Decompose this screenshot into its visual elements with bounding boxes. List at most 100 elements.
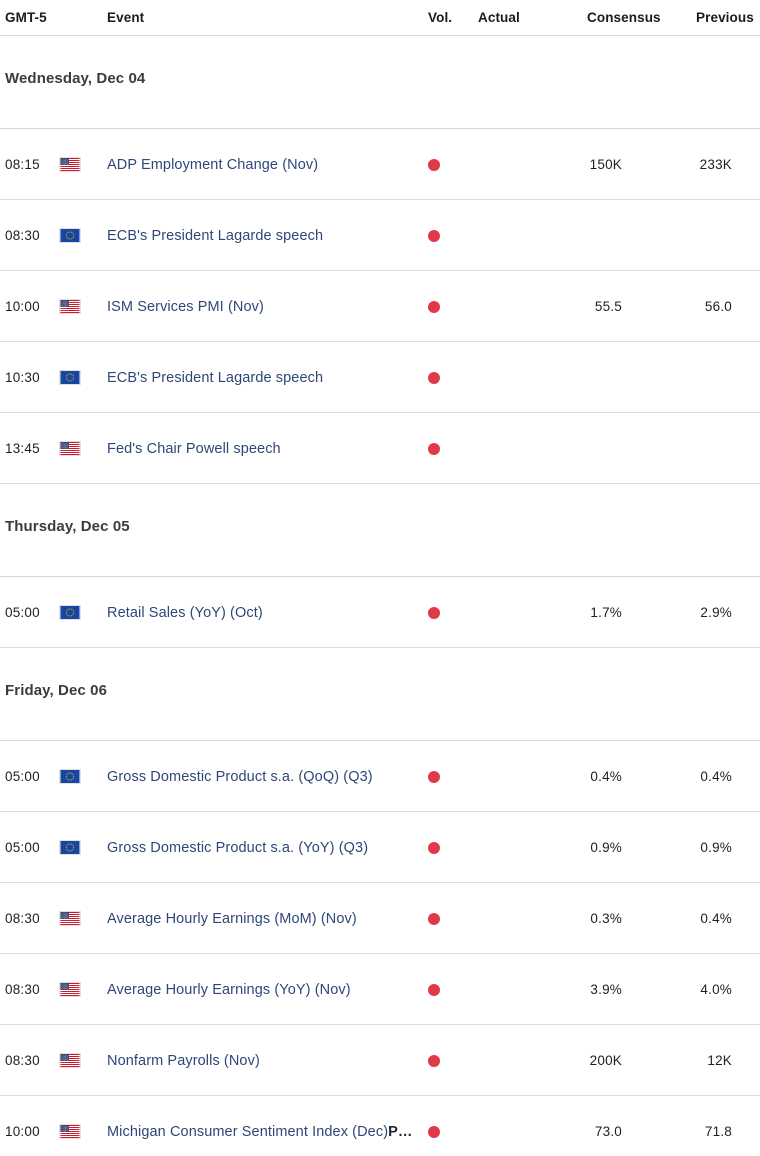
volatility-indicator[interactable] [428,812,452,883]
event-name-link[interactable]: Average Hourly Earnings (MoM) (Nov) [107,883,357,954]
red-dot-icon [428,301,440,313]
volatility-indicator[interactable] [428,1025,452,1096]
event-name-text: Gross Domestic Product s.a. (YoY) (Q3) [107,840,368,856]
event-consensus-value [540,413,622,484]
calendar-event-row[interactable]: 10:00 Michigan Consumer Sentiment Index (… [0,1096,760,1156]
event-consensus-value [540,200,622,271]
volatility-indicator[interactable] [428,577,452,648]
eu-flag-icon [59,370,81,385]
event-name-text: Nonfarm Payrolls (Nov) [107,1053,260,1069]
column-header-previous: Previous [696,10,754,25]
event-previous-value: 2.9% [650,577,732,648]
volatility-indicator[interactable] [428,1096,452,1156]
country-flag [59,954,85,1025]
event-time: 08:30 [5,200,53,271]
event-name-text: Retail Sales (YoY) (Oct) [107,605,263,621]
event-time: 08:30 [5,883,53,954]
eu-flag-icon [59,605,81,620]
volatility-indicator[interactable] [428,741,452,812]
event-name-suffix: P… [388,1124,412,1140]
volatility-indicator[interactable] [428,342,452,413]
red-dot-icon [428,1055,440,1067]
event-actual-value [478,883,538,954]
country-flag [59,413,85,484]
calendar-column-header: GMT-5 Event Vol. Actual Consensus Previo… [0,0,760,36]
event-time: 10:30 [5,342,53,413]
event-consensus-value: 3.9% [540,954,622,1025]
calendar-event-row[interactable]: 05:00Retail Sales (YoY) (Oct)1.7%2.9% [0,577,760,648]
column-header-consensus: Consensus [587,10,661,25]
event-name-link[interactable]: ECB's President Lagarde speech [107,342,323,413]
calendar-event-row[interactable]: 08:15ADP Employment Change (Nov)150K233K [0,129,760,200]
calendar-event-row[interactable]: 08:30 Average Hourly Earnings (YoY) (Nov)… [0,954,760,1025]
event-name-link[interactable]: Michigan Consumer Sentiment Index (Dec)P… [107,1096,413,1156]
event-name-link[interactable]: Nonfarm Payrolls (Nov) [107,1025,260,1096]
calendar-event-row[interactable]: 05:00 Gross Domestic Product s.a. (QoQ) (… [0,741,760,812]
event-previous-value: 4.0% [650,954,732,1025]
event-name-text: Average Hourly Earnings (YoY) (Nov) [107,982,351,998]
red-dot-icon [428,771,440,783]
red-dot-icon [428,159,440,171]
volatility-indicator[interactable] [428,883,452,954]
event-name-text: ISM Services PMI (Nov) [107,299,264,315]
event-time: 10:00 [5,271,53,342]
eu-flag-icon [59,840,81,855]
event-time: 08:15 [5,129,53,200]
event-previous-value [650,200,732,271]
country-flag [59,741,85,812]
calendar-event-row[interactable]: 08:30 Average Hourly Earnings (MoM) (Nov)… [0,883,760,954]
volatility-indicator[interactable] [428,129,452,200]
event-name-text: Fed's Chair Powell speech [107,441,281,457]
date-label: Thursday, Dec 05 [5,518,130,535]
event-time: 05:00 [5,812,53,883]
calendar-event-row[interactable]: 08:30Nonfarm Payrolls (Nov)200K12K [0,1025,760,1096]
red-dot-icon [428,1126,440,1138]
us-flag-icon [59,1053,81,1068]
event-name-link[interactable]: ISM Services PMI (Nov) [107,271,264,342]
volatility-indicator[interactable] [428,271,452,342]
country-flag [59,883,85,954]
event-actual-value [478,1025,538,1096]
calendar-event-row[interactable]: 10:00ISM Services PMI (Nov)55.556.0 [0,271,760,342]
volatility-indicator[interactable] [428,413,452,484]
event-consensus-value: 1.7% [540,577,622,648]
eu-flag-icon [59,228,81,243]
event-name-link[interactable]: ADP Employment Change (Nov) [107,129,318,200]
event-name-link[interactable]: Average Hourly Earnings (YoY) (Nov) [107,954,351,1025]
red-dot-icon [428,230,440,242]
event-consensus-value [540,342,622,413]
event-name-link[interactable]: Gross Domestic Product s.a. (YoY) (Q3) [107,812,368,883]
event-previous-value [650,413,732,484]
country-flag [59,129,85,200]
calendar-event-row[interactable]: 05:00 Gross Domestic Product s.a. (YoY) (… [0,812,760,883]
calendar-event-row[interactable]: 10:30 ECB's President Lagarde speech [0,342,760,413]
event-previous-value: 233K [650,129,732,200]
country-flag [59,271,85,342]
event-name-link[interactable]: ECB's President Lagarde speech [107,200,323,271]
event-time: 10:00 [5,1096,53,1156]
event-time: 13:45 [5,413,53,484]
us-flag-icon [59,441,81,456]
event-time: 05:00 [5,741,53,812]
volatility-indicator[interactable] [428,954,452,1025]
country-flag [59,812,85,883]
event-actual-value [478,413,538,484]
event-name-text: ECB's President Lagarde speech [107,228,323,244]
event-previous-value: 71.8 [650,1096,732,1156]
date-label: Wednesday, Dec 04 [5,70,145,87]
us-flag-icon [59,299,81,314]
event-name-link[interactable]: Fed's Chair Powell speech [107,413,281,484]
event-time: 08:30 [5,954,53,1025]
volatility-indicator[interactable] [428,200,452,271]
calendar-event-row[interactable]: 08:30 ECB's President Lagarde speech [0,200,760,271]
event-name-text: ADP Employment Change (Nov) [107,157,318,173]
event-name-link[interactable]: Retail Sales (YoY) (Oct) [107,577,263,648]
event-previous-value: 12K [650,1025,732,1096]
country-flag [59,200,85,271]
event-actual-value [478,271,538,342]
event-name-link[interactable]: Gross Domestic Product s.a. (QoQ) (Q3) [107,741,373,812]
calendar-event-row[interactable]: 13:45 Fed's Chair Powell speech [0,413,760,484]
us-flag-icon [59,157,81,172]
event-time: 08:30 [5,1025,53,1096]
country-flag [59,1025,85,1096]
